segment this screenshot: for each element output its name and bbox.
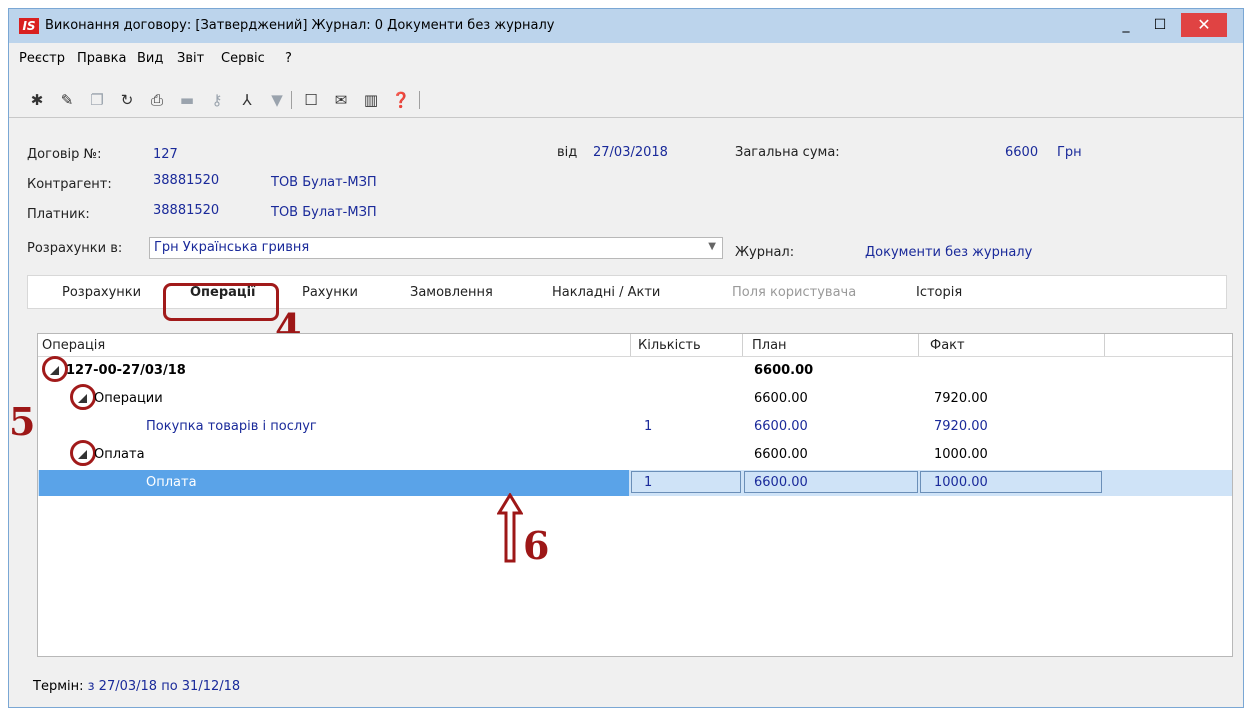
new-doc-icon[interactable]: ✱ [27, 89, 47, 111]
toggle-highlight-ring [70, 440, 96, 466]
tab-user-fields: Поля користувача [732, 285, 857, 300]
term-value: з 27/03/18 по 31/12/18 [87, 679, 241, 694]
cell-plan: 6600.00 [754, 475, 808, 490]
counterparty-name[interactable]: ТОВ Булат-МЗП [271, 175, 377, 190]
cell-plan: 6600.00 [754, 363, 814, 378]
journal-label: Журнал: [735, 245, 795, 260]
payer-code[interactable]: 38881520 [153, 203, 219, 218]
settlement-currency-value: Грн Українська гривня [154, 240, 310, 255]
date-label: від [557, 145, 578, 160]
total-sum-value: 6600 [1005, 145, 1039, 160]
total-sum-label: Загальна сума: [735, 145, 840, 160]
column-header-quantity[interactable]: Кількість [638, 338, 701, 353]
settlement-label: Розрахунки в: [27, 241, 123, 256]
up-arrow-annotation-icon [497, 493, 523, 563]
term-label: Термін: [33, 679, 84, 694]
total-currency: Грн [1057, 145, 1082, 160]
table-row[interactable]: Оплата 6600.00 1000.00 [38, 440, 1232, 468]
grid-header: Операція Кількість План Факт [38, 334, 1232, 357]
tab-history[interactable]: Історія [916, 285, 962, 300]
column-separator [1104, 334, 1105, 356]
menu-view[interactable]: Вид [137, 51, 163, 66]
cell-fact: 1000.00 [934, 475, 988, 490]
journal-value[interactable]: Документи без журналу [865, 245, 1032, 260]
contract-number-label: Договір №: [27, 147, 102, 162]
menu-report[interactable]: Звіт [177, 51, 204, 66]
contract-number-value: 127 [153, 147, 178, 162]
date-value: 27/03/2018 [593, 145, 668, 160]
cell-operation: Операции [94, 391, 163, 406]
toggle-highlight-ring [70, 384, 96, 410]
cell-plan: 6600.00 [754, 447, 808, 462]
cell-fact: 1000.00 [934, 447, 988, 462]
footer-term: Термін: з 27/03/18 по 31/12/18 [33, 679, 240, 694]
table-row[interactable]: Операции 6600.00 7920.00 [38, 384, 1232, 412]
counterparty-label: Контрагент: [27, 177, 112, 192]
refresh-icon[interactable]: ↻ [117, 89, 137, 111]
column-header-fact[interactable]: Факт [930, 338, 965, 353]
table-row[interactable]: Оплата 1 6600.00 1000.00 [38, 470, 1232, 496]
cell-fact: 7920.00 [934, 391, 988, 406]
selection-highlight [39, 470, 629, 496]
tab-orders[interactable]: Замовлення [410, 285, 493, 300]
annotation-5: 5 [9, 399, 36, 444]
close-button[interactable]: ✕ [1181, 13, 1227, 37]
mail-icon[interactable]: ✉ [331, 89, 351, 111]
counterparty-code[interactable]: 38881520 [153, 173, 219, 188]
window-title: Виконання договору: [Затверджений] Журна… [45, 18, 555, 33]
payer-label: Платник: [27, 207, 90, 222]
cell-operation: Покупка товарів і послуг [146, 419, 317, 434]
edit-doc-icon[interactable]: ✎ [57, 89, 77, 111]
help-icon[interactable]: ❓ [391, 89, 411, 111]
menu-help[interactable]: ? [285, 51, 292, 66]
contract-execution-window: IS Виконання договору: [Затверджений] Жу… [8, 8, 1244, 708]
menu-service[interactable]: Сервіс [221, 51, 265, 66]
cell-plan: 6600.00 [754, 419, 808, 434]
copy-doc-icon[interactable]: ❐ [87, 89, 107, 111]
payer-name[interactable]: ТОВ Булат-МЗП [271, 205, 377, 220]
tab-invoices[interactable]: Рахунки [302, 285, 358, 300]
folder-icon[interactable]: ▬ [177, 89, 197, 111]
cell-operation: 127-00-27/03/18 [66, 363, 186, 378]
tab-waybills-acts[interactable]: Накладні / Акти [552, 285, 660, 300]
dropdown-arrow-icon[interactable]: ▼ [708, 241, 716, 252]
toolbar-separator [419, 91, 420, 109]
table-row[interactable]: Покупка товарів і послуг 1 6600.00 7920.00 [38, 414, 1232, 440]
divider [9, 117, 1243, 118]
title-bar[interactable]: IS Виконання договору: [Затверджений] Жу… [9, 9, 1243, 43]
cell-operation: Оплата [94, 447, 145, 462]
settlement-currency-select[interactable]: Грн Українська гривня ▼ [149, 237, 723, 259]
cell-operation: Оплата [146, 475, 197, 490]
minimize-button[interactable]: _ [1111, 13, 1141, 37]
cell-quantity: 1 [644, 419, 653, 434]
window-icon[interactable]: ☐ [301, 89, 321, 111]
operations-grid: Операція Кількість План Факт 127-00-27/0… [37, 333, 1233, 657]
column-header-plan[interactable]: План [752, 338, 787, 353]
tab-settlements[interactable]: Розрахунки [62, 285, 141, 300]
menu-registry[interactable]: Реєстр [19, 51, 65, 66]
maximize-button[interactable]: ☐ [1145, 13, 1175, 37]
filter-icon[interactable]: ▼ [267, 89, 287, 111]
table-row[interactable]: 127-00-27/03/18 6600.00 [38, 356, 1232, 384]
menu-edit[interactable]: Правка [77, 51, 126, 66]
column-separator [630, 334, 631, 356]
app-logo-icon: IS [19, 18, 39, 34]
cell-fact: 7920.00 [934, 419, 988, 434]
print-icon[interactable]: ⎙ [147, 89, 167, 111]
column-separator [742, 334, 743, 356]
cell-plan: 6600.00 [754, 391, 808, 406]
annotation-6: 6 [523, 523, 550, 568]
key-icon[interactable]: ⚷ [207, 89, 227, 111]
column-separator [918, 334, 919, 356]
column-header-operation[interactable]: Операція [42, 338, 105, 353]
tab-highlight-ring [163, 283, 279, 321]
tree-icon[interactable]: ⅄ [237, 89, 257, 111]
toggle-highlight-ring [42, 356, 68, 382]
columns-icon[interactable]: ▥ [361, 89, 381, 111]
cell-quantity: 1 [644, 475, 653, 490]
toolbar-separator [291, 91, 292, 109]
